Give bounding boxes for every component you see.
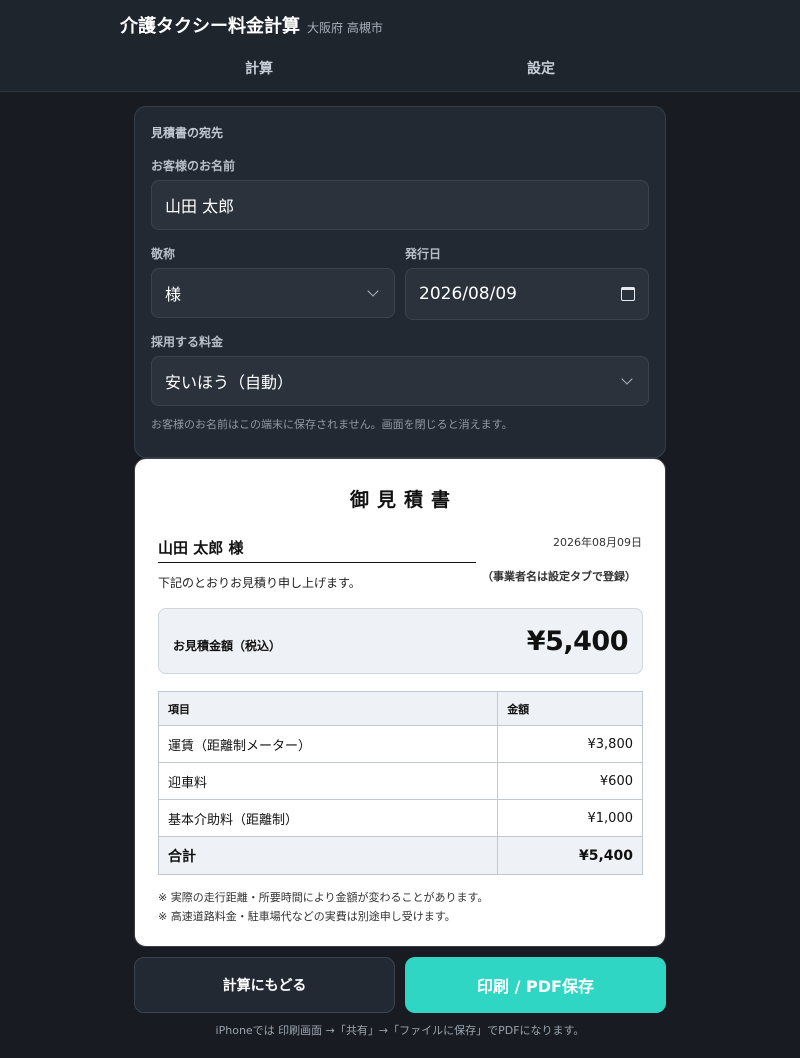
estimate-table: 項目 金額 運賃（距離制メーター） ¥3,800 迎車料 ¥600 基本介助料（… xyxy=(157,691,643,875)
table-row: 基本介助料（距離制） ¥1,000 xyxy=(157,799,643,837)
row-amount: ¥1,000 xyxy=(497,799,643,837)
issue-date-input[interactable]: 2026/08/09 xyxy=(405,268,649,320)
issue-date-label: 発行日 xyxy=(405,247,442,261)
print-pdf-button[interactable]: 印刷 / PDF保存 xyxy=(405,957,666,1013)
tab-settings[interactable]: 設定 xyxy=(400,44,682,92)
remark-line: ※ 実際の走行距離・所要時間により金額が変わることがあります。 xyxy=(158,891,489,904)
rate-select[interactable]: 安いほう（自動） xyxy=(151,356,649,406)
title-row: 介護タクシー料金計算 大阪府 高槻市 xyxy=(120,12,383,38)
chevron-down-icon xyxy=(621,373,633,385)
total-amount-box: お見積金額（税込） ¥5,400 xyxy=(158,608,643,674)
table-row: 迎車料 ¥600 xyxy=(157,762,643,800)
customer-name-value: 山田 太郎 xyxy=(165,197,235,216)
header-item: 項目 xyxy=(157,691,499,726)
calendar-icon[interactable] xyxy=(621,287,635,301)
row-amount: ¥3,800 xyxy=(497,725,643,763)
region-label: 大阪府 高槻市 xyxy=(307,21,383,35)
honorific-value: 様 xyxy=(165,285,182,304)
row-item: 運賃（距離制メーター） xyxy=(157,725,499,763)
rate-value: 安いほう（自動） xyxy=(165,373,294,392)
issue-date-text: 2026年08月09日 xyxy=(553,536,642,549)
app-title: 介護タクシー料金計算 xyxy=(120,16,300,37)
table-header-row: 項目 金額 xyxy=(157,691,643,726)
header-amount: 金額 xyxy=(497,691,643,726)
honorific-label: 敬称 xyxy=(151,247,176,261)
sum-amount: ¥5,400 xyxy=(497,836,643,875)
total-label: お見積金額（税込） xyxy=(173,638,282,653)
row-amount: ¥600 xyxy=(497,762,643,800)
issue-date-value: 2026/08/09 xyxy=(419,284,517,304)
sum-label: 合計 xyxy=(157,836,499,875)
intro-text: 下記のとおりお見積り申し上げます。 xyxy=(158,576,361,590)
tab-bar: 計算 設定 xyxy=(118,44,682,92)
chevron-down-icon xyxy=(367,285,379,297)
customer-name-input[interactable]: 山田 太郎 xyxy=(151,180,649,230)
print-hint: iPhoneでは 印刷画面 →「共有」→「ファイルに保存」でPDFになります。 xyxy=(215,1024,585,1037)
name-label: お客様のお名前 xyxy=(151,159,236,173)
row-item: 迎車料 xyxy=(157,762,499,800)
back-to-calc-button[interactable]: 計算にもどる xyxy=(134,957,395,1013)
total-amount: ¥5,400 xyxy=(526,625,629,657)
document-title: 御見積書 xyxy=(349,489,458,511)
privacy-note: お客様のお名前はこの端末に保存されません。画面を閉じると消えます。 xyxy=(151,418,513,431)
table-row: 運賃（距離制メーター） ¥3,800 xyxy=(157,725,643,763)
estimate-document: 御見積書 山田 太郎 様 2026年08月09日 下記のとおりお見積り申し上げま… xyxy=(134,458,666,947)
row-item: 基本介助料（距離制） xyxy=(157,799,499,837)
tab-calculate[interactable]: 計算 xyxy=(118,44,400,92)
recipient-form-card: 見積書の宛先 お客様のお名前 山田 太郎 敬称 様 発行日 2026/08/09… xyxy=(134,106,666,458)
table-sum-row: 合計 ¥5,400 xyxy=(157,836,643,875)
recipient-name: 山田 太郎 様 xyxy=(158,537,476,563)
app-header: 介護タクシー料金計算 大阪府 高槻市 計算 設定 xyxy=(0,0,800,92)
honorific-select[interactable]: 様 xyxy=(151,268,395,318)
provider-note: （事業者名は設定タブで登録） xyxy=(482,570,636,583)
rate-label: 採用する料金 xyxy=(151,335,224,349)
remark-line: ※ 高速道路料金・駐車場代などの実費は別途申し受けます。 xyxy=(158,910,456,923)
section-title: 見積書の宛先 xyxy=(151,126,224,140)
